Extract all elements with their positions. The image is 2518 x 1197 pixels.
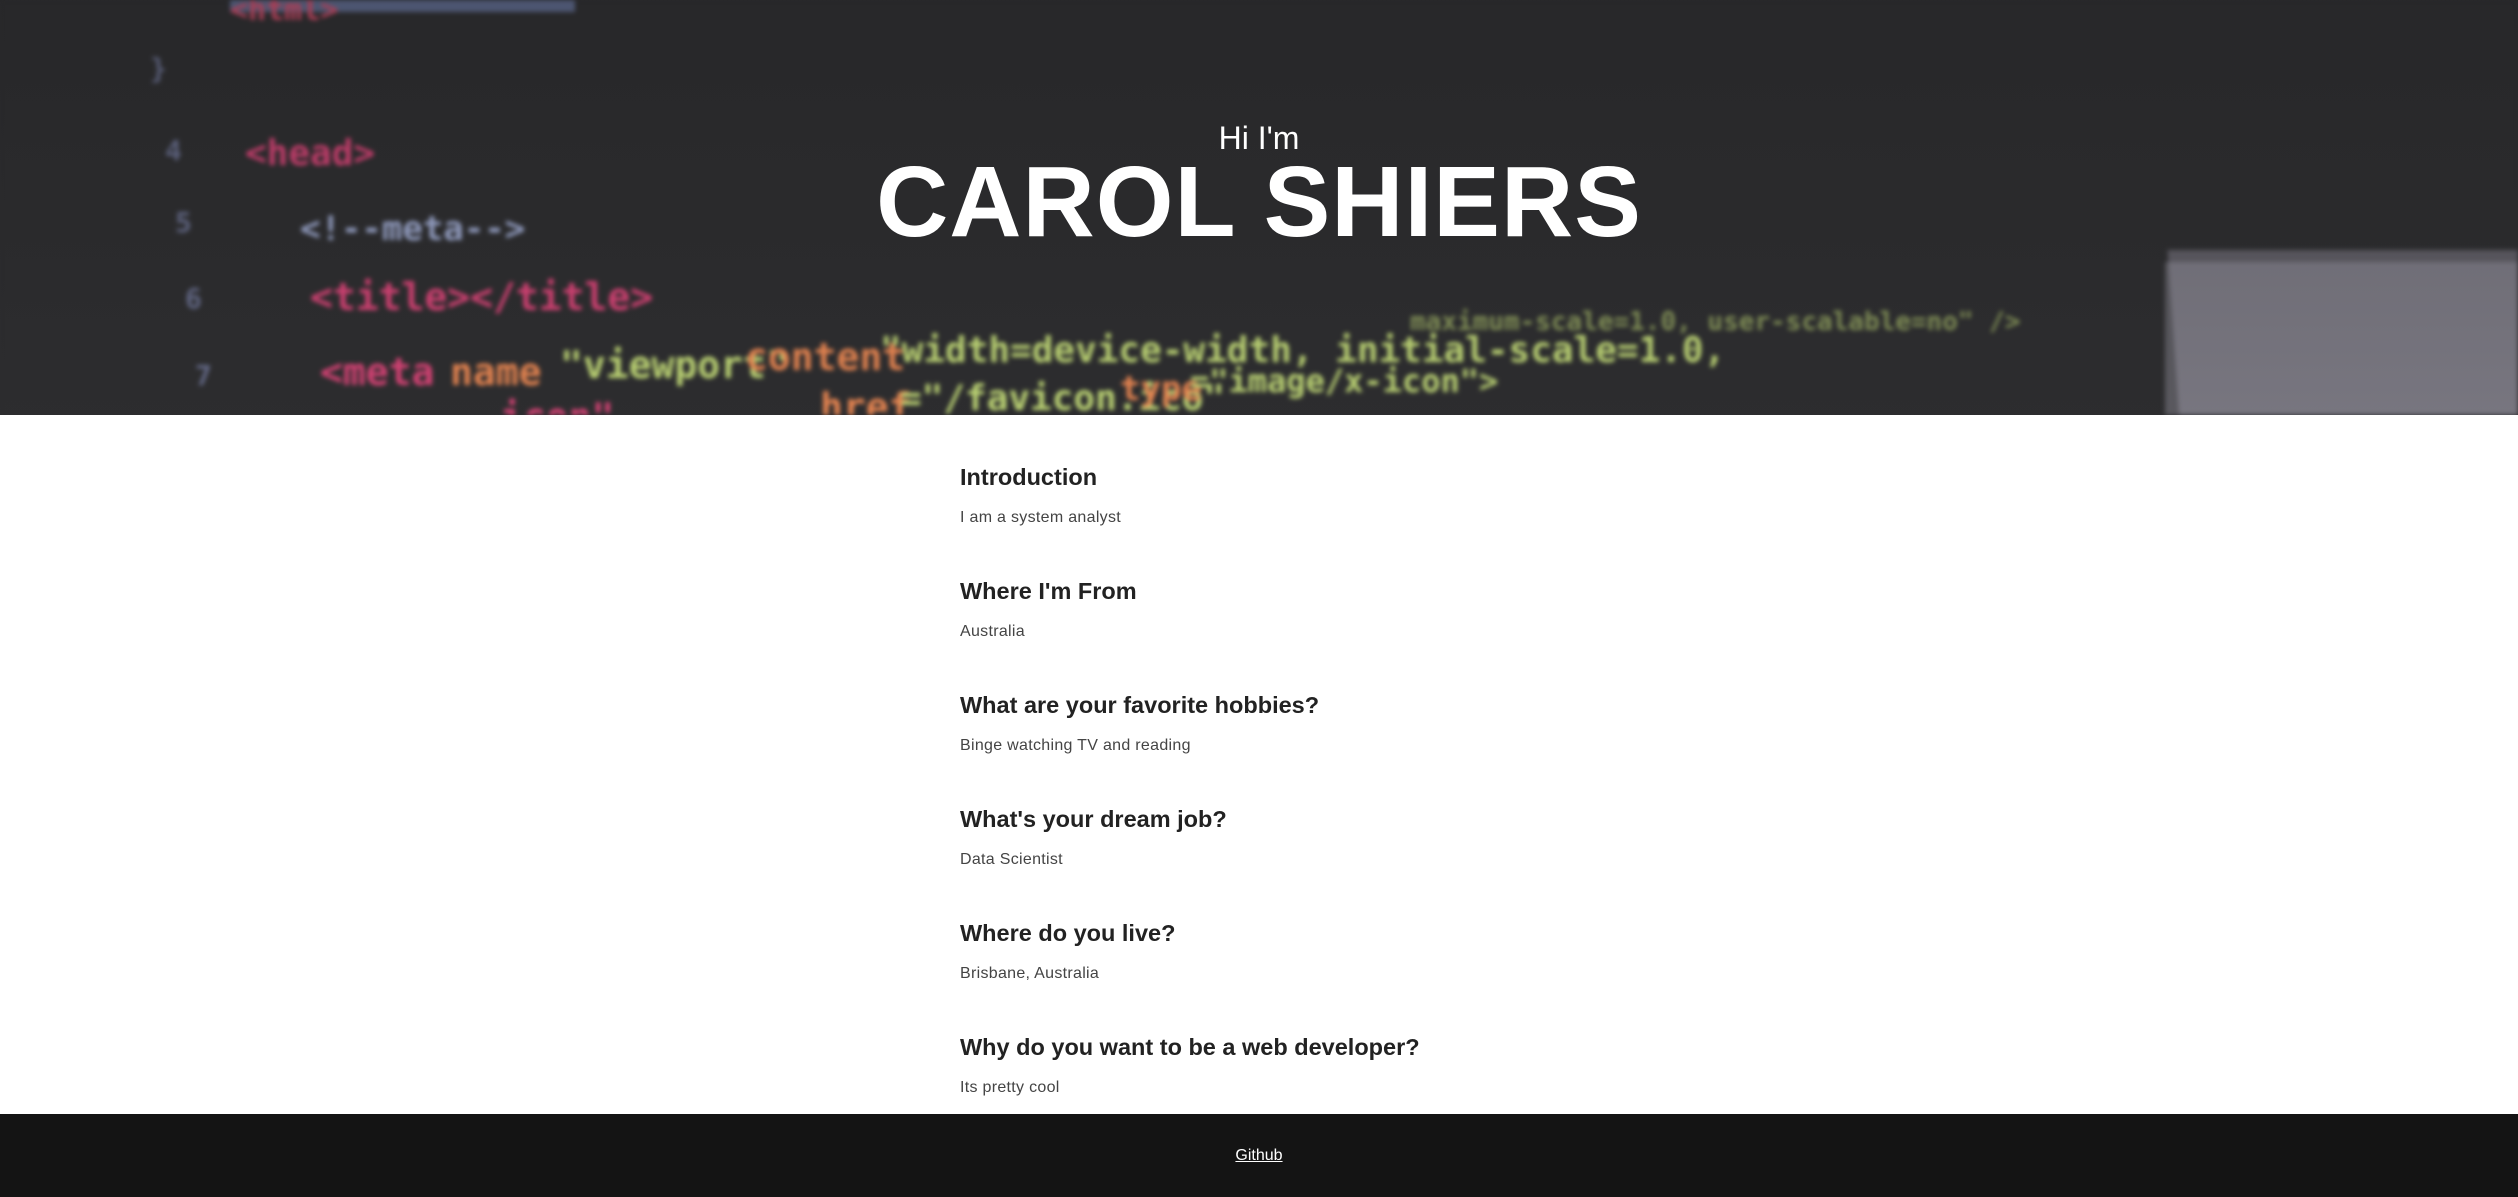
section-title: Introduction (960, 464, 1098, 490)
section-title: Where do you live? (960, 920, 1176, 946)
section-title: What are your favorite hobbies? (960, 692, 1320, 718)
page-footer: Github (0, 1114, 2518, 1197)
github-link[interactable]: Github (1235, 1147, 1282, 1165)
hero-name: CAROL SHIERS (876, 146, 1642, 258)
section-text: Brisbane, Australia (960, 965, 1100, 982)
section-text: Australia (960, 623, 1025, 640)
hero-banner: <html> } 4 5 6 7 <head> <!--meta--> <tit… (0, 0, 2518, 415)
section-where-live: Where do you live? Brisbane, Australia (960, 911, 1660, 1025)
section-introduction: Introduction I am a system analyst (960, 455, 1660, 569)
section-where-from: Where I'm From Australia (960, 569, 1660, 683)
section-text: I am a system analyst (960, 509, 1122, 526)
section-text: Binge watching TV and reading (960, 737, 1191, 754)
section-text: Data Scientist (960, 851, 1063, 868)
about-content: Introduction I am a system analyst Where… (960, 455, 1660, 1139)
section-title: What's your dream job? (960, 806, 1227, 832)
section-title: Where I'm From (960, 578, 1137, 604)
section-title: Why do you want to be a web developer? (960, 1034, 1420, 1060)
section-hobbies: What are your favorite hobbies? Binge wa… (960, 683, 1660, 797)
section-text: Its pretty cool (960, 1079, 1060, 1096)
section-dream-job: What's your dream job? Data Scientist (960, 797, 1660, 911)
